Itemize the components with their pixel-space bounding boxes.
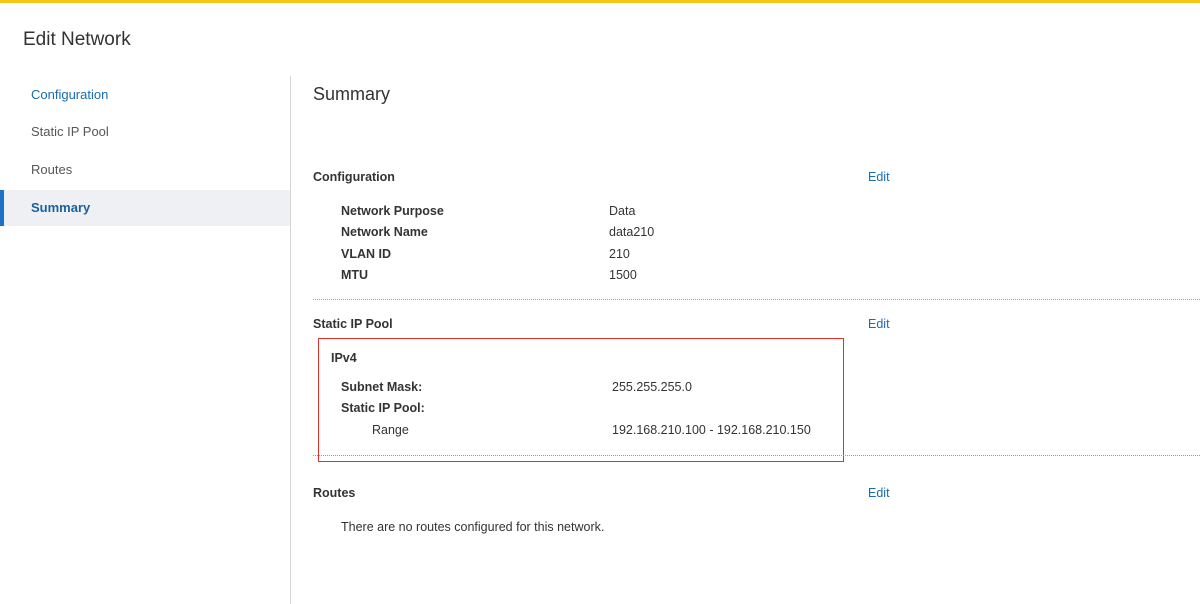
vlan-id-value: 210 [609,247,630,261]
network-purpose-label: Network Purpose [341,204,444,218]
section-divider [313,455,1200,456]
mtu-label: MTU [341,268,369,282]
highlight-box [318,338,844,462]
ipv4-heading: IPv4 [331,351,357,365]
sidebar-item-static-ip-pool[interactable]: Static IP Pool [0,114,290,150]
mtu-value: 1500 [609,268,637,282]
sidebar-divider [290,76,291,604]
network-name-value: data210 [609,225,655,239]
subnet-mask-label: Subnet Mask: [341,380,423,394]
vlan-id-label: VLAN ID [341,247,391,261]
routes-heading: Routes [313,486,356,500]
page-title: Edit Network [23,29,131,50]
network-purpose-value: Data [609,204,636,218]
routes-empty-message: There are no routes configured for this … [341,520,605,534]
section-divider [313,299,1200,300]
range-value: 192.168.210.100 - 192.168.210.150 [612,423,811,437]
top-accent-bar [0,0,1200,3]
main-title: Summary [313,84,391,104]
configuration-edit-link[interactable]: Edit [868,170,890,184]
routes-edit-link[interactable]: Edit [868,486,890,500]
range-label: Range [372,423,409,437]
static-ip-pool-edit-link[interactable]: Edit [868,317,890,331]
configuration-heading: Configuration [313,170,395,184]
sidebar-item-routes[interactable]: Routes [0,152,290,188]
sidebar-item-configuration[interactable]: Configuration [0,77,290,113]
network-name-label: Network Name [341,225,428,239]
subnet-mask-value: 255.255.255.0 [612,380,692,394]
static-ip-pool-label: Static IP Pool: [341,401,425,415]
static-ip-pool-heading: Static IP Pool [313,317,393,331]
sidebar-item-summary[interactable]: Summary [0,190,290,226]
sidebar-nav: Configuration Static IP Pool Routes Summ… [0,76,290,604]
